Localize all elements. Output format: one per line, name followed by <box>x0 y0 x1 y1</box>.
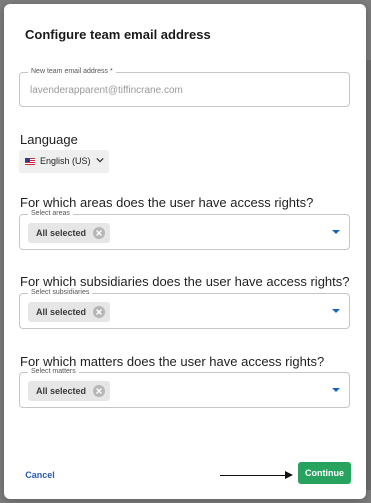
areas-chip: All selected <box>28 223 111 243</box>
matters-chip: All selected <box>28 381 111 401</box>
close-icon[interactable] <box>93 306 106 318</box>
dropdown-arrow-icon[interactable] <box>332 388 340 392</box>
language-select[interactable]: English (US) <box>19 150 109 173</box>
dialog-title: Configure team email address <box>25 27 211 42</box>
close-icon[interactable] <box>93 385 106 397</box>
email-field-label: New team email address * <box>28 67 116 77</box>
language-selected-value: English (US) <box>40 156 91 166</box>
email-value[interactable]: lavenderapparent@tiffincrane.com <box>30 85 183 96</box>
background-edge <box>366 60 371 490</box>
dropdown-arrow-icon[interactable] <box>332 230 340 234</box>
areas-field-label: Select areas <box>28 209 73 219</box>
annotation-arrow-head-icon <box>285 471 293 479</box>
matters-select[interactable]: Select matters All selected <box>19 367 350 408</box>
areas-question: For which areas does the user have acces… <box>20 195 314 210</box>
chip-label: All selected <box>36 228 87 238</box>
continue-button[interactable]: Continue <box>298 462 351 484</box>
subsidiaries-field-label: Select subsidiaries <box>28 288 93 298</box>
chip-label: All selected <box>36 307 87 317</box>
close-icon[interactable] <box>93 227 106 239</box>
us-flag-icon <box>25 158 35 165</box>
annotation-arrow-line <box>220 475 286 476</box>
matters-field-label: Select matters <box>28 367 79 377</box>
chip-label: All selected <box>36 386 87 396</box>
chevron-down-icon <box>96 157 104 163</box>
subsidiaries-select[interactable]: Select subsidiaries All selected <box>19 288 350 329</box>
configure-email-dialog: Configure team email address New team em… <box>4 4 366 499</box>
cancel-button[interactable]: Cancel <box>20 465 60 485</box>
email-field[interactable]: New team email address * lavenderapparen… <box>19 67 350 107</box>
subsidiaries-chip: All selected <box>28 302 111 322</box>
areas-select[interactable]: Select areas All selected <box>19 209 350 250</box>
dropdown-arrow-icon[interactable] <box>332 309 340 313</box>
subsidiaries-question: For which subsidiaries does the user hav… <box>20 274 350 289</box>
language-heading: Language <box>20 132 78 147</box>
